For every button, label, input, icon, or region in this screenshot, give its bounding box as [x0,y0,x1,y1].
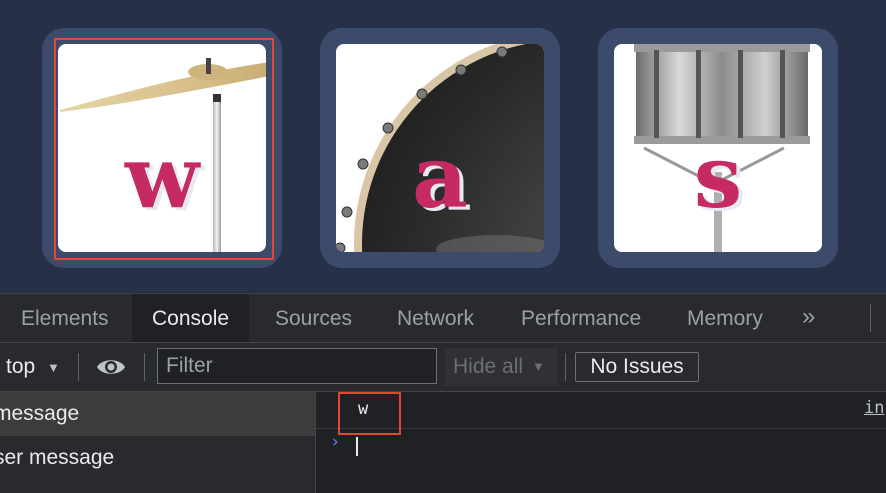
tab-performance[interactable]: Performance [521,294,641,342]
pad-key-label: s [693,127,743,228]
context-selector[interactable]: top [6,343,35,391]
console-input-cursor[interactable] [356,437,358,456]
log-levels-label: Hide all [453,355,524,378]
filter-input[interactable] [157,348,437,384]
devtools-tabbar: Elements Console Sources Network Perform… [0,294,886,343]
sidebar-item-label: message [0,402,80,425]
eye-icon[interactable] [96,356,126,378]
toolbar-divider [78,353,79,381]
console-message-row: w in [316,392,886,429]
console-output: w in › [316,392,886,493]
toolbar-divider [565,353,566,381]
tab-sources[interactable]: Sources [275,294,352,342]
source-link[interactable]: in [864,398,884,418]
caret-down-icon: ▼ [532,359,545,374]
toolbar-divider [144,353,145,381]
chevron-double-right-icon[interactable]: » [802,294,815,342]
prompt-chevron-icon: › [330,432,341,452]
tab-elements[interactable]: Elements [21,294,109,342]
devtools-panel: Elements Console Sources Network Perform… [0,293,886,493]
drum-kit-stage: w a s [0,0,886,293]
tab-console[interactable]: Console [132,294,250,342]
console-sidebar: message ser message [0,392,316,493]
drum-pad-w[interactable]: w [42,28,282,268]
sidebar-item-messages[interactable]: message [0,392,315,436]
sidebar-item-user-messages[interactable]: ser message [0,436,315,480]
log-levels-dropdown[interactable]: Hide all ▼ [445,348,558,386]
caret-down-icon[interactable]: ▼ [47,360,60,375]
tab-memory[interactable]: Memory [687,294,763,342]
drum-pad-a-image: a [336,44,544,252]
console-toolbar: top ▼ Hide all ▼ No Issues [0,343,886,392]
issues-button[interactable]: No Issues [575,352,699,382]
sidebar-item-label: ser message [0,446,115,469]
drum-pad-a[interactable]: a [320,28,560,268]
drum-pad-s[interactable]: s [598,28,838,268]
pad-highlight-outline [54,38,274,260]
tab-network[interactable]: Network [397,294,474,342]
message-highlight-outline [338,392,401,435]
pad-key-label: a [412,127,468,228]
tabbar-divider [870,304,871,332]
drum-pad-s-image: s [614,44,822,252]
